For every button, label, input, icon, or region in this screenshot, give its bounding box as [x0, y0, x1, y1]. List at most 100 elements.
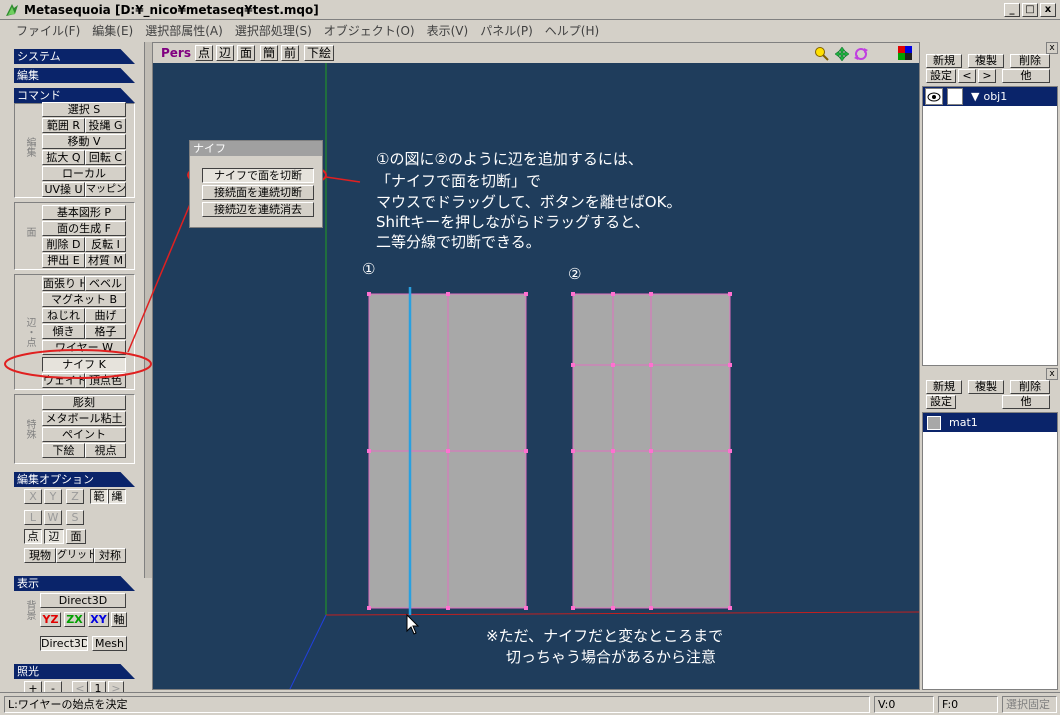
menu-file[interactable]: ファイル(F): [10, 22, 86, 39]
knife-connected-erase-button[interactable]: 接続辺を連続消去: [202, 202, 314, 217]
scale-button[interactable]: 拡大 Q: [42, 150, 85, 165]
object-down-button[interactable]: >: [978, 69, 996, 83]
rotate-button[interactable]: 回転 C: [85, 150, 126, 165]
object-copy-button[interactable]: 複製: [968, 54, 1004, 68]
lattice-button[interactable]: 格子: [85, 324, 126, 339]
expand-triangle-icon[interactable]: ▼: [971, 90, 979, 103]
material-button[interactable]: 材質 M: [85, 253, 126, 268]
extrude-button[interactable]: 押出 E: [42, 253, 85, 268]
lock-x-button[interactable]: X: [24, 489, 42, 504]
knife-button[interactable]: ナイフ K: [42, 357, 126, 372]
bevel-button[interactable]: ベベル: [85, 276, 126, 291]
section-lighting[interactable]: 照光: [14, 664, 135, 679]
magnet-button[interactable]: マグネット B: [42, 292, 126, 307]
viewpoint-button[interactable]: 視点: [85, 443, 126, 458]
section-display[interactable]: 表示: [14, 576, 135, 591]
range-option-button[interactable]: 範: [90, 489, 108, 504]
symmetry-button[interactable]: 対称: [94, 548, 126, 563]
screen-coord-button[interactable]: S: [66, 510, 84, 525]
projection-label[interactable]: Pers: [161, 46, 191, 60]
tilt-button[interactable]: 傾き: [42, 324, 85, 339]
mapping-button[interactable]: マッピング: [85, 182, 126, 197]
object-up-button[interactable]: <: [958, 69, 976, 83]
lasso-button[interactable]: 投縄 G: [85, 118, 126, 133]
mesh-mode-button[interactable]: Mesh: [92, 636, 127, 651]
lock-y-button[interactable]: Y: [44, 489, 62, 504]
command-panel-scrollbar[interactable]: [144, 42, 152, 578]
wire-button[interactable]: ワイヤー W: [42, 340, 126, 355]
section-system[interactable]: システム: [14, 49, 135, 64]
xy-button[interactable]: XY: [88, 612, 109, 627]
menu-object[interactable]: オブジェクト(O): [318, 22, 421, 39]
menu-selection-proc[interactable]: 選択部処理(S): [229, 22, 318, 39]
local-button[interactable]: ローカル: [42, 166, 126, 181]
lasso-option-button[interactable]: 縄: [108, 489, 126, 504]
material-copy-button[interactable]: 複製: [968, 380, 1004, 394]
direct3d-button[interactable]: Direct3D: [40, 593, 126, 608]
close-button[interactable]: x: [1040, 3, 1056, 17]
view-underlay-button[interactable]: 下絵: [304, 45, 335, 61]
current-object-button[interactable]: 現物: [24, 548, 56, 563]
face-mode-button[interactable]: 面: [66, 529, 86, 544]
menu-selection-attr[interactable]: 選択部属性(A): [139, 22, 229, 39]
view-simple-button[interactable]: 簡: [260, 45, 279, 61]
lock-z-button[interactable]: Z: [66, 489, 84, 504]
knife-cut-face-button[interactable]: ナイフで面を切断: [202, 168, 314, 183]
range-button[interactable]: 範囲 R: [42, 118, 85, 133]
uv-button[interactable]: UV操 U: [42, 182, 85, 197]
flip-button[interactable]: 反転 I: [85, 237, 126, 252]
object-row-obj1[interactable]: ▼ obj1: [923, 87, 1057, 106]
view-face-button[interactable]: 面: [237, 45, 256, 61]
point-mode-button[interactable]: 点: [24, 529, 42, 544]
move-button[interactable]: 移動 V: [42, 134, 126, 149]
zx-button[interactable]: ZX: [64, 612, 85, 627]
create-face-button[interactable]: 面の生成 F: [42, 221, 126, 236]
twist-button[interactable]: ねじれ: [42, 308, 85, 323]
menu-edit[interactable]: 編集(E): [86, 22, 139, 39]
material-other-button[interactable]: 他: [1002, 395, 1050, 409]
vertex-color-button[interactable]: 頂点色: [85, 373, 126, 388]
material-settings-button[interactable]: 設定: [926, 395, 956, 409]
maximize-button[interactable]: □: [1022, 3, 1038, 17]
yz-button[interactable]: YZ: [40, 612, 61, 627]
primitive-button[interactable]: 基本図形 P: [42, 205, 126, 220]
material-panel-close-icon[interactable]: x: [1046, 368, 1058, 380]
lock-toggle-icon[interactable]: [947, 88, 963, 105]
sculpt-button[interactable]: 彫刻: [42, 395, 126, 410]
material-row-mat1[interactable]: mat1: [923, 413, 1057, 432]
object-panel-close-icon[interactable]: x: [1046, 42, 1058, 54]
surfacing-button[interactable]: 面張り H: [42, 276, 85, 291]
material-new-button[interactable]: 新規: [926, 380, 962, 394]
delete-button[interactable]: 削除 D: [42, 237, 85, 252]
view-edge-button[interactable]: 辺: [216, 45, 235, 61]
object-new-button[interactable]: 新規: [926, 54, 962, 68]
material-delete-button[interactable]: 削除: [1010, 380, 1050, 394]
color-palette-icon[interactable]: [898, 46, 912, 63]
paint-button[interactable]: ペイント: [42, 427, 126, 442]
grid-button[interactable]: グリッド: [56, 548, 94, 563]
direct3d-mode-button[interactable]: Direct3D: [40, 636, 88, 651]
visibility-eye-icon[interactable]: [925, 88, 943, 105]
local-coord-button[interactable]: L: [24, 510, 42, 525]
view-point-button[interactable]: 点: [195, 45, 214, 61]
section-edit[interactable]: 編集: [14, 68, 135, 83]
menu-panel[interactable]: パネル(P): [474, 22, 539, 39]
weight-button[interactable]: ウェイト: [42, 373, 85, 388]
selection-lock-status[interactable]: 選択固定: [1002, 696, 1057, 713]
menu-view[interactable]: 表示(V): [421, 22, 475, 39]
metaball-button[interactable]: メタボール粘土: [42, 411, 126, 426]
section-edit-options[interactable]: 編集オプション: [14, 472, 135, 487]
object-settings-button[interactable]: 設定: [926, 69, 956, 83]
section-command[interactable]: コマンド: [14, 88, 135, 103]
underlay-button[interactable]: 下絵: [42, 443, 85, 458]
menu-help[interactable]: ヘルプ(H): [539, 22, 605, 39]
bend-button[interactable]: 曲げ: [85, 308, 126, 323]
view-front-button[interactable]: 前: [281, 45, 300, 61]
knife-connected-cut-button[interactable]: 接続面を連続切断: [202, 185, 314, 200]
minimize-button[interactable]: _: [1004, 3, 1020, 17]
world-coord-button[interactable]: W: [44, 510, 62, 525]
select-button[interactable]: 選択 S: [42, 102, 126, 117]
object-other-button[interactable]: 他: [1002, 69, 1050, 83]
axis-button[interactable]: 軸: [111, 612, 127, 627]
object-delete-button[interactable]: 削除: [1010, 54, 1050, 68]
